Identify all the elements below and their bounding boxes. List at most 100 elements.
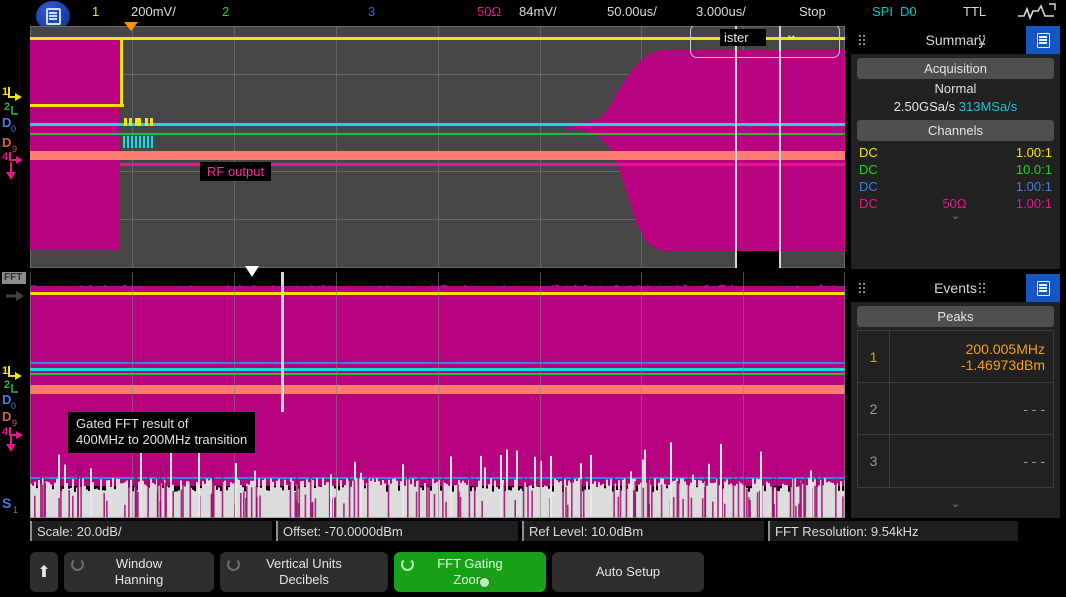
events-card: Events Peaks 1 200.005MHz -1.46973dBm 2 … xyxy=(851,274,1060,518)
serial-bus-label[interactable]: SPI xyxy=(872,4,893,19)
trigger-waveform-icon[interactable] xyxy=(1016,2,1056,22)
fft-annotation-note: Gated FFT result of 400MHz to 200MHz tra… xyxy=(68,412,256,453)
channel-3-probe: 1.00:1 xyxy=(1015,179,1052,194)
summary-card-header[interactable]: Summary xyxy=(851,26,1060,54)
peak-amplitude: -1.46973dBm xyxy=(960,356,1045,373)
softkey-window[interactable]: Window Hanning xyxy=(64,552,214,592)
channel-4-scale[interactable]: 84mV/ xyxy=(519,4,557,19)
svg-text:D: D xyxy=(2,392,11,407)
peak-frequency: 200.005MHz xyxy=(965,340,1045,357)
oscilloscope-screen: 1 200mV/ 2 3 50Ω 84mV/ 50.00us/ 3.000us/… xyxy=(0,0,1066,597)
channel-1-edge xyxy=(120,37,123,107)
channel-3-indicator[interactable]: 3 xyxy=(368,4,375,19)
rf-output-label: RF output xyxy=(200,162,272,181)
timebase-scale[interactable]: 50.00us/ xyxy=(607,4,657,19)
rf-burst-right xyxy=(560,50,845,251)
channel-4-impedance[interactable]: 50Ω xyxy=(477,4,501,19)
acquisition-button[interactable]: Acquisition xyxy=(857,58,1054,79)
fft-gate-cursor-right[interactable] xyxy=(779,26,781,268)
logic-family-label[interactable]: TTL xyxy=(963,4,986,19)
channel-row[interactable]: DC 1.00:1 xyxy=(851,144,1060,161)
table-row[interactable]: 2 - - - xyxy=(858,383,1053,435)
channel-1-probe: 1.00:1 xyxy=(1015,145,1052,160)
drag-handle-right-icon[interactable] xyxy=(979,283,985,293)
events-card-header[interactable]: Events xyxy=(851,274,1060,302)
softkey-vertical-units[interactable]: Vertical Units Decibels xyxy=(220,552,388,592)
trigger-delay[interactable]: 3.000us/ xyxy=(696,4,746,19)
knob-icon xyxy=(71,558,84,571)
summary-title: Summary xyxy=(925,32,986,48)
memory-rate: 313MSa/s xyxy=(958,99,1018,114)
right-sidebar: Summary Acquisition Normal 2.50GSa/s 313… xyxy=(845,26,1066,518)
events-expand-caret-icon[interactable]: ⌄ xyxy=(851,499,1060,510)
drag-handle-right-icon[interactable] xyxy=(979,35,985,45)
peaks-table: 1 200.005MHz -1.46973dBm 2 - - - 3 - - - xyxy=(857,330,1054,488)
time-domain-pane[interactable]: ister ⌄ RF output xyxy=(30,26,845,268)
digital-d0-trace-fft xyxy=(30,362,845,364)
channel-2-probe: 10.0:1 xyxy=(1015,162,1052,177)
edge-marker-math-s1[interactable]: S 1 xyxy=(2,494,30,518)
channel-2-coupling: DC xyxy=(859,162,878,177)
channel-3-coupling: DC xyxy=(859,179,878,194)
events-panel-button[interactable] xyxy=(1026,274,1060,302)
measurement-scale[interactable]: Scale: 20.0dB/ xyxy=(30,521,272,541)
svg-text:4: 4 xyxy=(2,426,9,438)
scope-display-area: ister ⌄ RF output Gated FFT result of 40… xyxy=(0,22,845,518)
fft-pane-tag[interactable]: FFT xyxy=(2,272,26,284)
svg-text:1: 1 xyxy=(2,365,8,377)
softkey-auto-setup[interactable]: Auto Setup xyxy=(552,552,704,592)
digital-channel-label[interactable]: D0 xyxy=(900,4,917,19)
edge-markers-fft[interactable]: 1 2 D 0 D 9 xyxy=(2,363,30,433)
fft-pane[interactable]: Gated FFT result of 400MHz to 200MHz tra… xyxy=(30,272,845,518)
measurement-offset[interactable]: Offset: -70.0000dBm xyxy=(276,521,518,541)
summary-card: Summary Acquisition Normal 2.50GSa/s 313… xyxy=(851,26,1060,269)
channel-row[interactable]: DC 10.0:1 xyxy=(851,161,1060,178)
run-state[interactable]: Stop xyxy=(799,4,826,19)
measurement-bar: Scale: 20.0dB/ Offset: -70.0000dBm Ref L… xyxy=(0,518,1066,544)
svg-text:0: 0 xyxy=(11,401,16,411)
list-panel-icon xyxy=(1036,280,1050,296)
fft-tag-arrow xyxy=(6,291,24,301)
arrow-up-icon[interactable]: ⬆ xyxy=(30,552,58,592)
channel-1-indicator[interactable]: 1 xyxy=(92,4,99,19)
sample-rate: 2.50GSa/s xyxy=(893,99,956,114)
channel-row[interactable]: DC 50Ω 1.00:1 xyxy=(851,195,1060,212)
channel-4-probe: 1.00:1 xyxy=(1015,196,1052,211)
trigger-position-marker[interactable] xyxy=(124,22,138,31)
peak-index: 3 xyxy=(858,435,890,487)
rf-burst-left xyxy=(30,38,120,250)
drag-handle-left-icon[interactable] xyxy=(859,35,865,45)
chevron-down-icon[interactable]: ⌄ xyxy=(785,26,798,43)
list-panel-icon xyxy=(1036,32,1050,48)
channel-1-level-trace xyxy=(30,104,124,107)
peak-index: 1 xyxy=(858,331,890,382)
softkey-fft-gating[interactable]: FFT Gating Zoom xyxy=(394,552,546,592)
channel-1-scale[interactable]: 200mV/ xyxy=(131,4,176,19)
measurement-ref-level[interactable]: Ref Level: 10.0dBm xyxy=(522,521,764,541)
channel-row[interactable]: DC 1.00:1 xyxy=(851,178,1060,195)
table-row[interactable]: 1 200.005MHz -1.46973dBm xyxy=(858,331,1053,383)
note-line-2: 400MHz to 200MHz transition xyxy=(76,432,248,447)
softkey-fft-gating-label: FFT Gating xyxy=(437,556,503,571)
summary-panel-button[interactable] xyxy=(1026,26,1060,54)
channel-2-indicator[interactable]: 2 xyxy=(222,4,229,19)
edge-markers-top[interactable]: 1 2 D 0 D 9 4 xyxy=(2,84,30,194)
svg-text:2: 2 xyxy=(4,101,10,113)
fft-gate-cursor-left[interactable] xyxy=(735,26,737,268)
channels-button[interactable]: Channels xyxy=(857,120,1054,141)
measurement-fft-resolution[interactable]: FFT Resolution: 9.54kHz xyxy=(768,521,1018,541)
lister-popup-label[interactable]: ister xyxy=(720,29,766,46)
peaks-button[interactable]: Peaks xyxy=(857,306,1054,327)
fft-peak-marker-arrow[interactable] xyxy=(245,266,259,277)
channel-4-impedance-value: 50Ω xyxy=(942,196,967,211)
svg-text:D: D xyxy=(2,115,11,130)
table-row[interactable]: 3 - - - xyxy=(858,435,1053,487)
edge-marker-ch4-fft[interactable]: 4 xyxy=(2,424,30,458)
zoom-indicator-icon xyxy=(478,576,491,589)
menu-list-icon xyxy=(45,7,61,25)
fft-peak-marker-line[interactable] xyxy=(281,272,284,412)
sample-rate-row: 2.50GSa/s 313MSa/s xyxy=(851,98,1060,116)
summary-expand-caret-icon[interactable]: ⌄ xyxy=(851,211,1060,222)
drag-handle-left-icon[interactable] xyxy=(859,283,865,293)
peak-amplitude: - - - xyxy=(1023,453,1045,469)
